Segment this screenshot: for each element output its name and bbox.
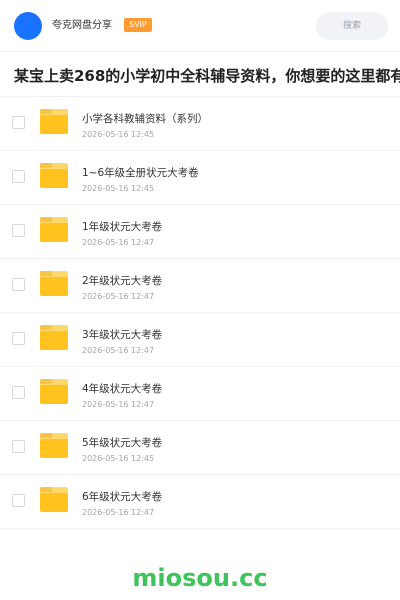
row-checkbox[interactable]	[12, 278, 25, 291]
file-row[interactable]: 6年级状元大考卷 2026-05-16 12:47	[0, 475, 400, 529]
file-row[interactable]: 小学各科教辅资料（系列） 2026-05-16 12:45	[0, 97, 400, 151]
file-name[interactable]: 2年级状元大考卷	[82, 274, 162, 288]
svip-badge: SVIP	[124, 18, 152, 32]
row-checkbox[interactable]	[12, 494, 25, 507]
row-checkbox[interactable]	[12, 116, 25, 129]
row-checkbox[interactable]	[12, 386, 25, 399]
file-date: 2026-05-16 12:47	[82, 508, 155, 517]
file-list: 小学各科教辅资料（系列） 2026-05-16 12:45 1~6年级全册状元大…	[0, 97, 400, 529]
file-name[interactable]: 4年级状元大考卷	[82, 382, 162, 396]
file-name[interactable]: 3年级状元大考卷	[82, 328, 162, 342]
file-date: 2026-05-16 12:47	[82, 238, 155, 247]
file-row[interactable]: 2年级状元大考卷 2026-05-16 12:47	[0, 259, 400, 313]
file-name[interactable]: 1年级状元大考卷	[82, 220, 162, 234]
file-date: 2026-05-16 12:45	[82, 130, 155, 139]
watermark: miosou.cc	[132, 564, 268, 592]
folder-icon	[40, 433, 68, 458]
file-date: 2026-05-16 12:45	[82, 184, 155, 193]
file-date: 2026-05-16 12:45	[82, 454, 155, 463]
row-checkbox[interactable]	[12, 332, 25, 345]
folder-icon	[40, 109, 68, 134]
file-row[interactable]: 1年级状元大考卷 2026-05-16 12:47	[0, 205, 400, 259]
file-row[interactable]: 5年级状元大考卷 2026-05-16 12:45	[0, 421, 400, 475]
folder-icon	[40, 325, 68, 350]
file-date: 2026-05-16 12:47	[82, 292, 155, 301]
file-name[interactable]: 6年级状元大考卷	[82, 490, 162, 504]
sharer-name[interactable]: 夸克网盘分享	[52, 19, 112, 33]
file-row[interactable]: 3年级状元大考卷 2026-05-16 12:47	[0, 313, 400, 367]
file-name[interactable]: 小学各科教辅资料（系列）	[82, 112, 208, 126]
file-name[interactable]: 5年级状元大考卷	[82, 436, 162, 450]
header: 夸克网盘分享 SVIP 搜索	[0, 0, 400, 52]
row-checkbox[interactable]	[12, 170, 25, 183]
file-date: 2026-05-16 12:47	[82, 400, 155, 409]
page-title: 某宝上卖268的小学初中全科辅导资料，你想要的这里都有	[14, 67, 400, 85]
file-row[interactable]: 1~6年级全册状元大考卷 2026-05-16 12:45	[0, 151, 400, 205]
folder-icon	[40, 163, 68, 188]
folder-icon	[40, 217, 68, 242]
folder-icon	[40, 487, 68, 512]
folder-icon	[40, 271, 68, 296]
file-name[interactable]: 1~6年级全册状元大考卷	[82, 166, 199, 180]
avatar[interactable]	[14, 12, 42, 40]
row-checkbox[interactable]	[12, 440, 25, 453]
file-row[interactable]: 4年级状元大考卷 2026-05-16 12:47	[0, 367, 400, 421]
folder-icon	[40, 379, 68, 404]
file-date: 2026-05-16 12:47	[82, 346, 155, 355]
row-checkbox[interactable]	[12, 224, 25, 237]
search-input[interactable]: 搜索	[316, 12, 388, 40]
